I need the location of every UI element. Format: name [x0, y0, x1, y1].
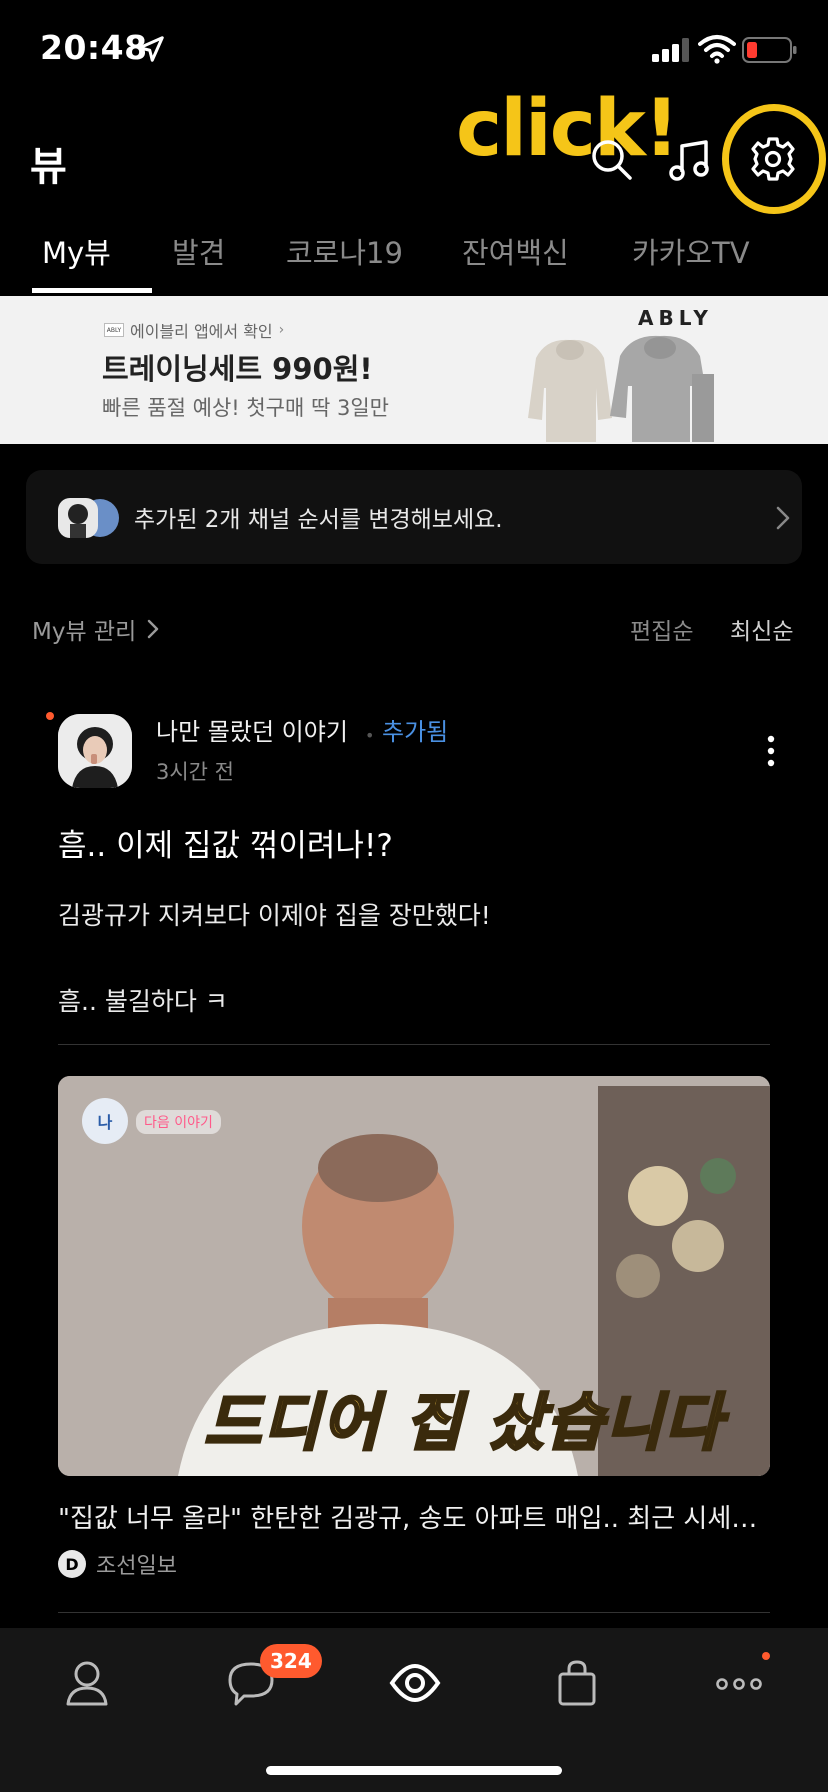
wifi-icon — [698, 35, 736, 64]
location-arrow-icon — [138, 36, 164, 62]
chevron-right-icon — [776, 506, 790, 530]
click-annotation: click! — [456, 84, 679, 174]
post-body-line: 흠.. 불길하다 ㅋ — [58, 987, 228, 1016]
divider — [58, 1044, 770, 1045]
chevron-right-icon: › — [278, 322, 285, 338]
post-title: 흠.. 이제 집값 꺾이려나!? — [58, 828, 393, 864]
cellular-signal-icon — [652, 38, 689, 62]
bottom-navigation: 324 — [0, 1628, 828, 1792]
source-name: 조선일보 — [96, 1554, 177, 1579]
post-body-line: 김광규가 지켜보다 이제야 집을 장만했다! — [58, 901, 491, 930]
ad-product-image — [528, 335, 714, 442]
page-title: 뷰 — [30, 144, 67, 190]
article-title[interactable]: "집값 너무 올라" 한탄한 김광규, 송도 아파트 매입.. 최근 시세… — [58, 1498, 770, 1535]
manage-row: My뷰 관리 편집순 최신순 — [32, 608, 798, 648]
notice-text: 추가된 2개 채널 순서를 변경해보세요. — [134, 507, 503, 533]
more-dots-icon[interactable] — [710, 1654, 768, 1712]
chevron-right-icon — [148, 619, 159, 639]
article-source: D 조선일보 — [58, 1548, 177, 1580]
post-card[interactable]: 나만 몰랐던 이야기 • 추가됨 3시간 전 흠.. 이제 집값 꺾이려나!? … — [26, 668, 802, 1628]
my-view-manage-link[interactable]: My뷰 관리 — [32, 612, 160, 646]
channel-name[interactable]: 나만 몰랐던 이야기 — [156, 712, 348, 747]
article-thumbnail[interactable]: 나 다음 이야기 드디어 집 샀습니다 — [58, 1076, 770, 1476]
channel-order-notice[interactable]: 추가된 2개 채널 순서를 변경해보세요. — [26, 470, 802, 564]
shopping-bag-icon[interactable] — [548, 1654, 606, 1712]
ad-source: ABLY 에이블리 앱에서 확인 › — [104, 318, 284, 342]
battery-low-icon — [742, 37, 797, 63]
thumbnail-badge: 다음 이야기 — [136, 1110, 221, 1134]
post-time: 3시간 전 — [156, 760, 234, 784]
new-indicator-dot — [46, 712, 54, 720]
ad-subtitle: 빠른 품절 예상! 첫구매 딱 3일만 — [102, 396, 389, 420]
person-icon[interactable] — [58, 1654, 116, 1712]
status-bar: 20:48 — [0, 0, 828, 100]
tab-leftover-vaccine[interactable]: 잔여백신 — [462, 230, 569, 272]
more-options-icon[interactable] — [766, 734, 776, 768]
more-new-dot — [762, 1652, 770, 1660]
sort-by-edit[interactable]: 편집순 — [630, 612, 693, 646]
highlight-ring — [722, 104, 826, 214]
tab-covid19[interactable]: 코로나19 — [286, 230, 403, 272]
app-header: 뷰 click! — [0, 84, 828, 220]
tab-kakao-tv[interactable]: 카카오TV — [632, 230, 750, 272]
channel-avatar[interactable] — [58, 714, 132, 788]
added-badge: 추가됨 — [382, 718, 449, 746]
active-tab-indicator — [32, 288, 152, 293]
chat-unread-badge: 324 — [260, 1644, 322, 1678]
ad-source-text: 에이블리 앱에서 확인 — [130, 322, 273, 341]
music-note-icon[interactable] — [666, 136, 714, 184]
tab-discover[interactable]: 발견 — [172, 230, 225, 272]
view-eye-icon[interactable] — [386, 1654, 444, 1712]
source-logo: D — [58, 1550, 86, 1578]
ad-title: 트레이닝세트 990원! — [102, 352, 373, 386]
svg-text:나: 나 — [98, 1113, 113, 1132]
tab-bar: My뷰 발견 코로나19 잔여백신 카카오TV — [0, 220, 828, 296]
ad-source-logo: ABLY — [104, 323, 124, 337]
separator-dot: • — [365, 726, 375, 745]
manage-label: My뷰 관리 — [32, 619, 137, 645]
tab-my-view[interactable]: My뷰 — [42, 230, 111, 272]
channel-avatars — [58, 498, 119, 538]
divider — [58, 1612, 770, 1613]
ad-brand-logo: ABLY — [638, 306, 713, 330]
status-time: 20:48 — [40, 28, 148, 67]
thumbnail-caption: 드디어 집 샀습니다 — [203, 1385, 724, 1461]
ad-banner[interactable]: ABLY 에이블리 앱에서 확인 › 트레이닝세트 990원! 빠른 품절 예상… — [0, 296, 828, 444]
search-icon[interactable] — [588, 136, 636, 184]
sort-by-recent[interactable]: 최신순 — [730, 612, 793, 646]
home-indicator[interactable] — [266, 1766, 562, 1775]
